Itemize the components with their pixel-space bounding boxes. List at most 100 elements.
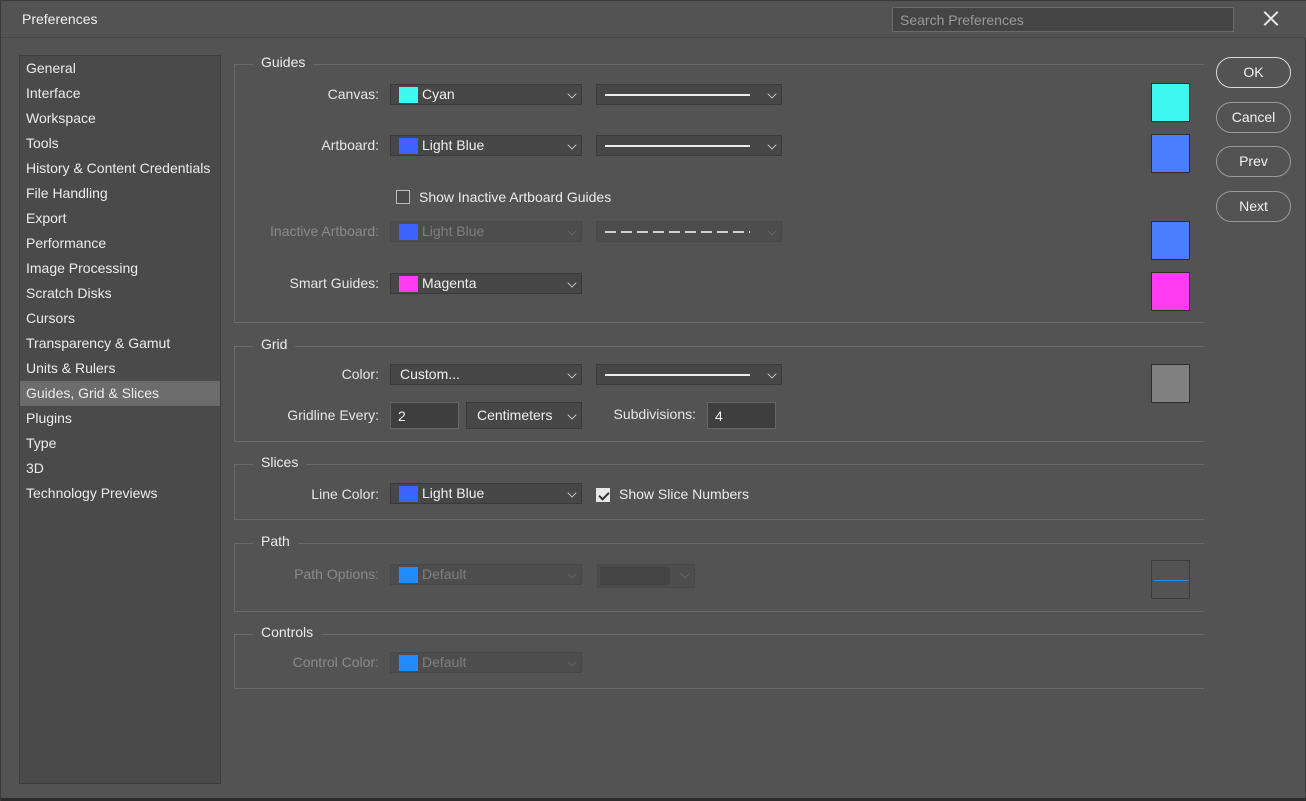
chevron-down-icon — [567, 410, 577, 420]
show-slice-numbers-checkbox[interactable] — [596, 488, 610, 502]
path-options-value: Default — [422, 566, 467, 582]
gridline-every-label: Gridline Every: — [287, 407, 379, 423]
inactive-artboard-color-value: Light Blue — [422, 223, 485, 239]
path-options-select: Default — [390, 564, 582, 585]
slice-line-color-select[interactable]: Light Blue — [390, 483, 582, 504]
control-color-value: Default — [422, 654, 467, 670]
sidebar-item-plugins[interactable]: Plugins — [20, 406, 220, 431]
chevron-down-icon — [567, 657, 577, 667]
sidebar-item-type[interactable]: Type — [20, 431, 220, 456]
inactive-artboard-label: Inactive Artboard: — [270, 223, 379, 239]
sidebar-item-interface[interactable]: Interface — [20, 81, 220, 106]
sidebar-item-scratch-disks[interactable]: Scratch Disks — [20, 281, 220, 306]
dashed-line-icon — [605, 231, 750, 233]
sidebar-item-general[interactable]: General — [20, 56, 220, 81]
gridline-every-input[interactable] — [390, 402, 459, 429]
chevron-down-icon — [567, 569, 577, 579]
slices-section-title: Slices — [253, 454, 307, 470]
path-thickness-field — [600, 567, 670, 585]
solid-line-icon — [605, 94, 750, 96]
path-options-label: Path Options: — [294, 566, 379, 582]
controls-group: Controls — [234, 624, 1204, 689]
controls-section-title: Controls — [253, 624, 322, 640]
path-thickness-select — [597, 564, 695, 588]
guides-section-title: Guides — [253, 54, 314, 70]
inactive-artboard-color-select: Light Blue — [390, 221, 582, 242]
sidebar-item-cursors[interactable]: Cursors — [20, 306, 220, 331]
solid-line-icon — [605, 145, 750, 147]
smart-guides-color-value: Magenta — [422, 275, 477, 291]
smart-guides-color-swatch[interactable] — [1151, 272, 1190, 311]
inactive-artboard-line-style-select — [596, 221, 782, 242]
path-group: Path — [234, 533, 1204, 612]
gridline-unit-select[interactable]: Centimeters — [466, 402, 582, 429]
grid-line-style-select[interactable] — [596, 364, 782, 385]
sidebar-item-units-rulers[interactable]: Units & Rulers — [20, 356, 220, 381]
sidebar-item-transparency[interactable]: Transparency & Gamut — [20, 331, 220, 356]
sidebar-item-3d[interactable]: 3D — [20, 456, 220, 481]
artboard-color-select[interactable]: Light Blue — [390, 135, 582, 156]
sidebar: General Interface Workspace Tools Histor… — [19, 55, 221, 784]
chevron-down-icon — [567, 488, 577, 498]
subdivisions-input[interactable] — [707, 402, 776, 429]
chevron-down-icon — [767, 140, 777, 150]
title-bar: Preferences — [1, 1, 1306, 38]
canvas-color-select[interactable]: Cyan — [390, 84, 582, 105]
chevron-down-icon — [567, 369, 577, 379]
grid-color-value: Custom... — [400, 366, 460, 382]
smart-guides-color-chip — [399, 276, 418, 292]
sidebar-item-image-processing[interactable]: Image Processing — [20, 256, 220, 281]
show-slice-numbers-label: Show Slice Numbers — [619, 486, 749, 502]
path-preview-swatch — [1151, 560, 1190, 599]
inactive-artboard-color-swatch[interactable] — [1151, 221, 1190, 260]
solid-line-icon — [605, 374, 750, 376]
chevron-down-icon — [567, 278, 577, 288]
sidebar-item-workspace[interactable]: Workspace — [20, 106, 220, 131]
artboard-label: Artboard: — [321, 137, 379, 153]
canvas-label: Canvas: — [327, 86, 379, 102]
next-button[interactable]: Next — [1216, 191, 1291, 222]
artboard-color-value: Light Blue — [422, 137, 485, 153]
canvas-color-chip — [399, 87, 418, 103]
prev-button[interactable]: Prev — [1216, 146, 1291, 177]
close-icon[interactable] — [1259, 7, 1283, 31]
chevron-down-icon — [767, 226, 777, 236]
show-inactive-artboard-guides-label: Show Inactive Artboard Guides — [419, 189, 612, 205]
canvas-line-style-select[interactable] — [596, 84, 782, 105]
grid-color-select[interactable]: Custom... — [390, 364, 582, 385]
subdivisions-label: Subdivisions: — [613, 406, 697, 422]
show-inactive-artboard-guides-checkbox[interactable] — [396, 190, 410, 204]
inactive-artboard-color-chip — [399, 224, 418, 240]
sidebar-item-technology-previews[interactable]: Technology Previews — [20, 481, 220, 506]
dialog-title: Preferences — [22, 11, 98, 27]
cancel-button[interactable]: Cancel — [1216, 102, 1291, 133]
chevron-down-icon — [767, 369, 777, 379]
chevron-down-icon — [567, 89, 577, 99]
gridline-unit-value: Centimeters — [477, 407, 553, 423]
artboard-line-style-select[interactable] — [596, 135, 782, 156]
sidebar-item-tools[interactable]: Tools — [20, 131, 220, 156]
smart-guides-color-select[interactable]: Magenta — [390, 273, 582, 294]
chevron-down-icon — [767, 89, 777, 99]
grid-color-swatch[interactable] — [1151, 364, 1190, 403]
sidebar-item-history[interactable]: History & Content Credentials — [20, 156, 220, 181]
sidebar-item-performance[interactable]: Performance — [20, 231, 220, 256]
artboard-color-swatch[interactable] — [1151, 134, 1190, 173]
grid-section-title: Grid — [253, 336, 296, 352]
control-color-chip — [399, 655, 418, 671]
canvas-color-swatch[interactable] — [1151, 83, 1190, 122]
control-color-label: Control Color: — [292, 654, 379, 670]
sidebar-item-export[interactable]: Export — [20, 206, 220, 231]
smart-guides-label: Smart Guides: — [289, 275, 379, 291]
preferences-dialog: Preferences General Interface Workspace … — [0, 0, 1306, 801]
slice-line-color-chip — [399, 486, 418, 502]
ok-button[interactable]: OK — [1216, 57, 1291, 88]
path-preview-line — [1154, 580, 1189, 581]
path-section-title: Path — [253, 533, 298, 549]
search-preferences-input[interactable] — [892, 7, 1234, 32]
chevron-down-icon — [567, 226, 577, 236]
sidebar-item-guides-grid-slices[interactable]: Guides, Grid & Slices — [20, 381, 220, 406]
control-color-select: Default — [390, 652, 582, 673]
canvas-color-value: Cyan — [422, 86, 455, 102]
sidebar-item-file-handling[interactable]: File Handling — [20, 181, 220, 206]
